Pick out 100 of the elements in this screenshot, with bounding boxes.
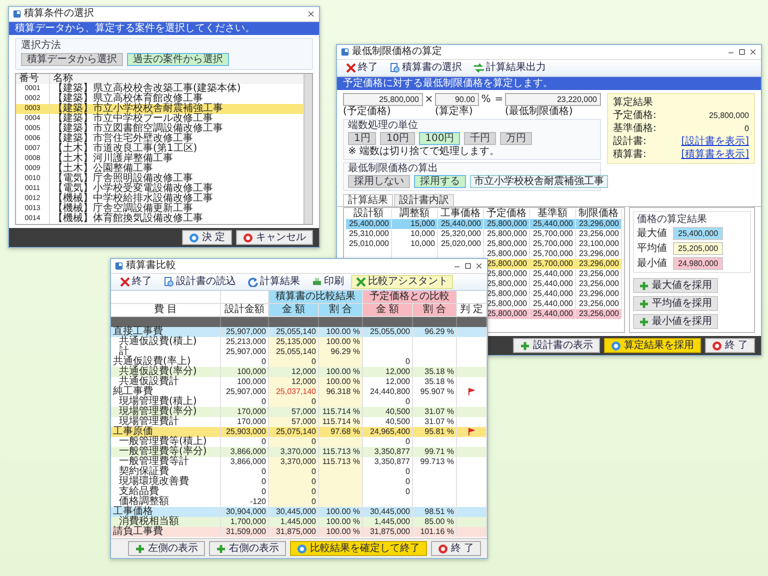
table-cell: 0 xyxy=(269,467,319,477)
dialog-button[interactable]: 決 定 xyxy=(182,230,232,245)
column-header: 割 合 xyxy=(413,304,457,316)
option-button[interactable]: 10円 xyxy=(380,132,416,145)
table-cell: 一般管理費等計 xyxy=(111,457,221,467)
group-label: 選択方法 xyxy=(21,40,61,51)
field-label: (算定率) xyxy=(435,106,474,117)
table-cell: 25,903,000 xyxy=(221,427,269,437)
instruction-banner: 積算データから、算定する案件を選択してください。 xyxy=(9,22,319,35)
toolbar-button[interactable]: 終了 xyxy=(115,275,157,289)
option-button[interactable]: 万円 xyxy=(500,132,532,145)
table-cell: 23,256,000 xyxy=(576,279,622,289)
table-cell: 96.29 % xyxy=(413,327,457,337)
plus-icon xyxy=(216,544,226,554)
table-cell: 25,700,000 xyxy=(530,259,576,269)
table-cell: 95.907 % xyxy=(413,387,457,397)
column-header: 費 目 xyxy=(111,304,221,316)
table-cell: 25,310,000 xyxy=(346,229,392,239)
choice-button[interactable]: 積算データから選択 xyxy=(21,53,123,66)
table-cell: 100.00 % xyxy=(319,337,363,347)
stop-icon xyxy=(438,544,448,554)
table-cell: 25,800,000 xyxy=(484,229,530,239)
input-field[interactable]: 23,220,000 xyxy=(505,93,601,106)
option-button[interactable]: 千円 xyxy=(464,132,496,145)
flag-icon xyxy=(468,428,475,436)
tab[interactable]: 計算結果 xyxy=(343,194,393,206)
table-cell: 25,020,000 xyxy=(438,239,484,249)
table-cell: 57,000 xyxy=(269,417,319,427)
choice-button[interactable]: 過去の案件から選択 xyxy=(127,53,229,66)
maximize-icon xyxy=(464,262,472,270)
dialog-button[interactable]: 算定結果を採用 xyxy=(604,338,701,353)
dialog-button[interactable]: 終 了 xyxy=(704,338,755,353)
link[interactable]: [設計書を表示] xyxy=(681,136,749,147)
table-cell: 31,509,000 xyxy=(221,527,269,537)
project-field[interactable]: 市立小学校校舎耐震補強工事 xyxy=(470,175,608,188)
table-cell: 23,256,000 xyxy=(576,269,622,279)
select-button[interactable]: 最小値を採用 xyxy=(633,314,718,329)
table-cell: 0 xyxy=(269,397,319,407)
info-label: 基準価格: xyxy=(613,123,658,134)
option-button[interactable]: 採用しない xyxy=(348,175,410,188)
info-value: 0 xyxy=(744,123,749,134)
table-cell: 96.318 % xyxy=(319,387,363,397)
toolbar-button[interactable]: 比較アシスタント xyxy=(351,275,453,289)
table-cell: 31,875,000 xyxy=(269,527,319,537)
app-icon xyxy=(13,10,21,18)
link[interactable]: [積算書を表示] xyxy=(681,149,749,160)
dialog-button[interactable]: 左側の表示 xyxy=(128,541,205,556)
table-cell: 25,037,140 xyxy=(269,387,319,397)
plus-icon xyxy=(520,340,530,350)
stop-icon xyxy=(243,232,253,242)
table-cell: 99.71 % xyxy=(413,447,457,457)
table-cell: 0 xyxy=(363,487,413,497)
close-icon xyxy=(120,277,130,287)
equals-sign: = xyxy=(494,94,504,105)
check-circle-icon xyxy=(188,232,199,242)
table-cell: 計 xyxy=(111,347,221,357)
table-cell: 12,000 xyxy=(269,377,319,387)
table-cell: 25,700,000 xyxy=(530,239,576,249)
dialog-button[interactable]: 右側の表示 xyxy=(208,541,286,556)
table-cell: 0 xyxy=(269,487,319,497)
table-cell: 現場環境改善費 xyxy=(111,477,221,487)
toolbar-button[interactable]: 印刷 xyxy=(307,275,349,289)
option-button[interactable]: 100円 xyxy=(419,132,460,145)
table-cell: 35.18 % xyxy=(413,377,457,387)
select-button[interactable]: 平均値を採用 xyxy=(633,296,718,311)
option-button[interactable]: 採用する xyxy=(414,175,466,188)
dialog-button[interactable]: キャンセル xyxy=(236,230,313,245)
input-field[interactable]: 90.00 xyxy=(435,93,479,106)
plus-icon xyxy=(639,316,649,326)
dialog-button[interactable]: 比較結果を確定して終了 xyxy=(290,541,427,556)
stop-icon xyxy=(712,340,722,350)
option-button[interactable]: 1円 xyxy=(348,132,376,145)
toolbar-button[interactable]: 計算結果 xyxy=(243,275,305,289)
close-icon xyxy=(307,10,315,18)
toolbar-button[interactable]: 終了 xyxy=(341,61,383,75)
scrollbar[interactable] xyxy=(304,74,312,224)
dialog-button[interactable]: 終 了 xyxy=(430,541,481,556)
table-cell: 0 xyxy=(269,437,319,447)
toolbar-button[interactable]: 設計書の読込 xyxy=(159,275,241,289)
table-cell: 23,296,000 xyxy=(576,259,622,269)
column-header: 番号 xyxy=(16,74,50,84)
table-cell: 共通仮設費計 xyxy=(111,377,221,387)
table-cell: 25,907,000 xyxy=(221,327,269,337)
table-cell: 100.00 % xyxy=(319,527,363,537)
note-text: ※ 端数は切り捨てで処理します。 xyxy=(348,146,500,157)
plus-icon xyxy=(134,544,145,554)
dialog-button[interactable]: 設計書の表示 xyxy=(512,338,600,353)
select-button[interactable]: 最大値を採用 xyxy=(633,278,718,293)
table-cell: 25,440,000 xyxy=(530,269,576,279)
check-circle-icon xyxy=(296,544,307,554)
table-cell: 工事原価 xyxy=(111,427,221,437)
input-field[interactable]: 25,800,000 xyxy=(343,93,423,106)
stat-value: 24,980,000 xyxy=(673,257,724,270)
toolbar-button[interactable]: 計算結果出力 xyxy=(469,61,551,75)
close-icon xyxy=(346,63,356,73)
tab[interactable]: 設計書内訳 xyxy=(394,194,454,206)
toolbar-button[interactable]: 積算書の選択 xyxy=(385,61,467,75)
table-cell: 0 xyxy=(269,477,319,487)
table-cell: 25,400,000 xyxy=(346,219,392,229)
app-icon xyxy=(115,262,123,270)
